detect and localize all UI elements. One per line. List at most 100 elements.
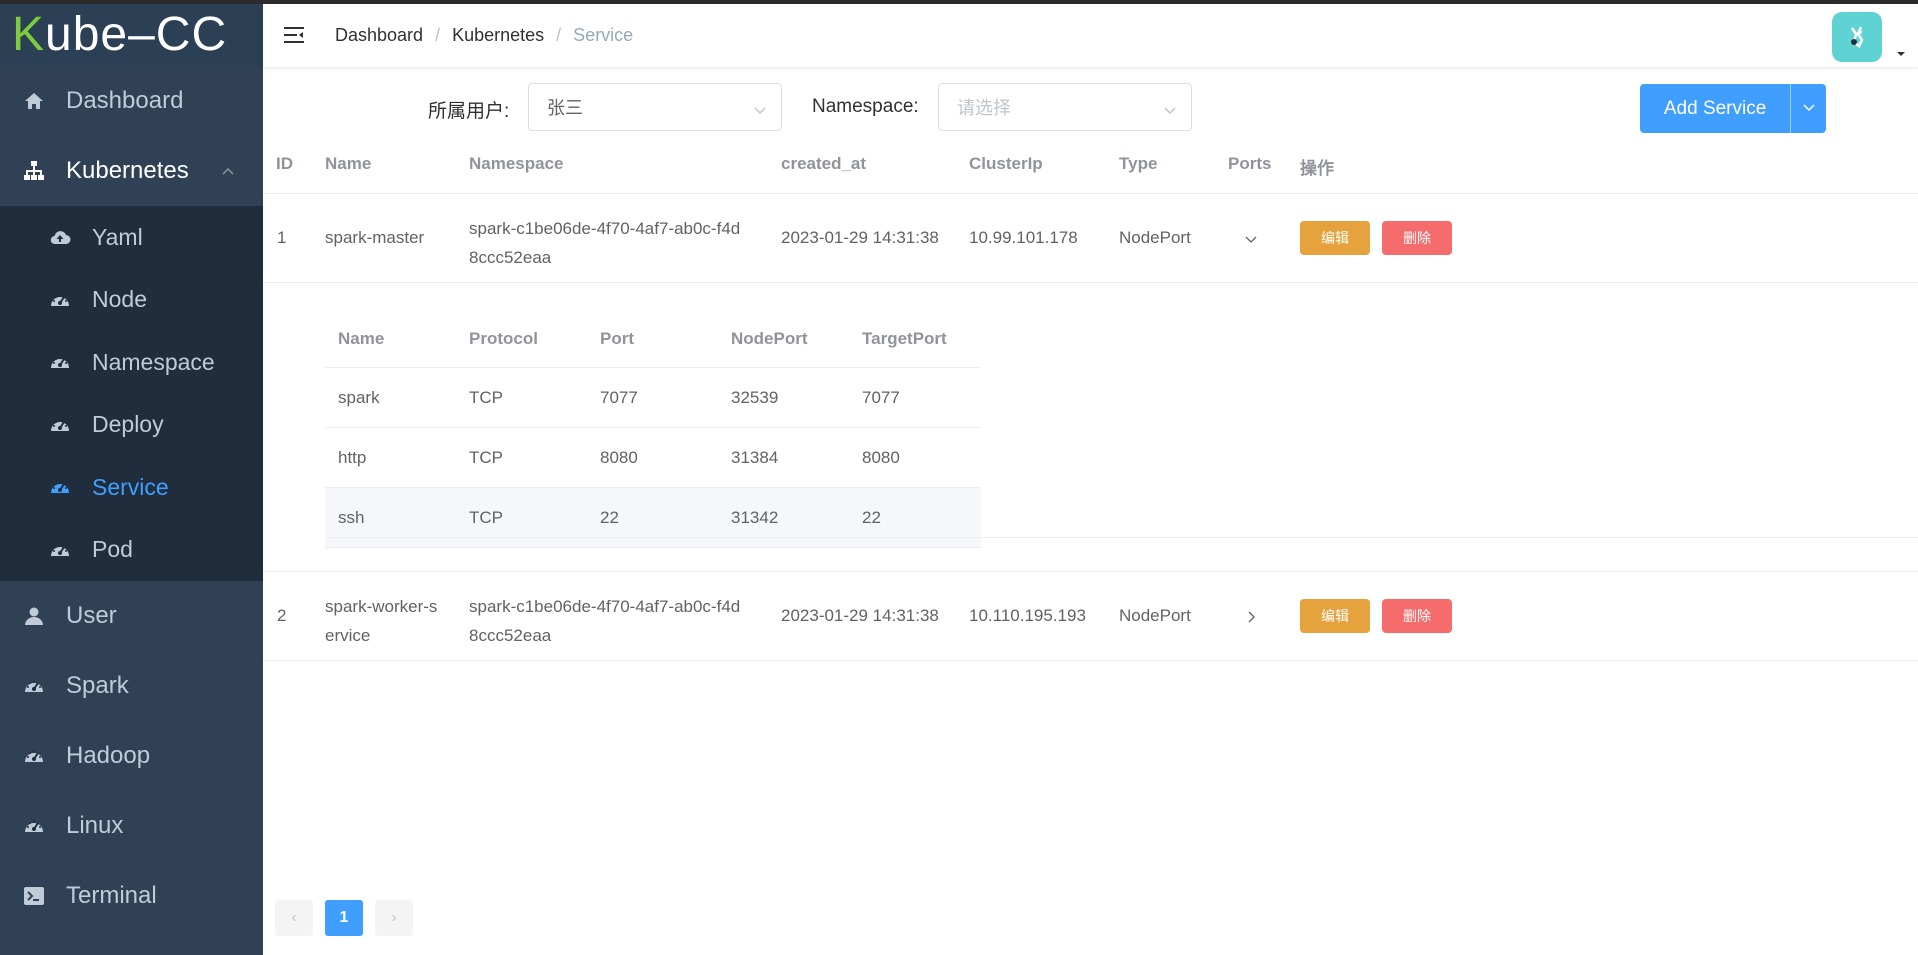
port-targetport: 7077 [862, 388, 900, 407]
column-header-type: Type [1119, 154, 1158, 173]
namespace-select-placeholder: 请选择 [957, 98, 1011, 118]
table-row: 2 spark-worker-s ervice spark-c1be06de-4f… [263, 572, 1918, 661]
caret-down-icon[interactable] [1896, 46, 1906, 56]
ports-table-row: spark TCP 7077 32539 7077 [325, 368, 981, 428]
ports-table: Name Protocol Port NodePort TargetPort s… [325, 309, 981, 548]
delete-button[interactable]: 删除 [1382, 221, 1452, 255]
row-type: NodePort [1119, 606, 1191, 625]
divider [325, 537, 1918, 538]
filter-bar: 所属用户: 张三 Namespace: 请选择 Add Service [263, 83, 1918, 135]
pagination: ‹ 1 › [275, 900, 413, 936]
port-port: 22 [600, 508, 619, 527]
avatar[interactable] [1832, 12, 1882, 62]
table-header: ID Name Namespace created_at ClusterIp T… [263, 135, 1918, 194]
table-row: 1 spark-master spark-c1be06de-4f70-4af7-… [263, 194, 1918, 283]
dashboard-gauge-icon [48, 475, 72, 499]
sidebar-item-service[interactable]: Service [0, 456, 263, 519]
breadcrumb-kubernetes[interactable]: Kubernetes [452, 25, 544, 46]
sidebar-item-deploy[interactable]: Deploy [0, 394, 263, 457]
delete-button[interactable]: 删除 [1382, 599, 1452, 633]
add-service-button[interactable]: Add Service [1640, 84, 1826, 133]
chevron-up-icon [221, 164, 235, 178]
port-name: http [338, 448, 367, 467]
ports-column-name: Name [338, 329, 385, 348]
port-name: ssh [338, 508, 365, 527]
chevron-down-icon [1802, 98, 1816, 120]
ports-table-header: Name Protocol Port NodePort TargetPort [325, 309, 981, 368]
expand-right-icon[interactable] [1243, 609, 1259, 625]
port-nodeport: 32539 [731, 388, 779, 407]
ports-column-targetport: TargetPort [862, 329, 947, 348]
sidebar-item-namespace[interactable]: Namespace [0, 331, 263, 394]
next-page-button[interactable]: › [375, 900, 413, 936]
namespace-select[interactable]: 请选择 [938, 83, 1192, 131]
row-namespace: spark-c1be06de-4f70-4af7-ab0c-f4d 8ccc52e… [469, 597, 741, 645]
sidebar-item-label: Node [92, 286, 147, 313]
chevron-down-icon [753, 101, 767, 115]
user-filter-label: 所属用户: [428, 101, 510, 122]
sidebar-item-dashboard[interactable]: Dashboard [0, 66, 263, 136]
row-id: 2 [277, 606, 287, 625]
column-header-clusterip: ClusterIp [969, 154, 1043, 173]
ports-table-row: ssh TCP 22 31342 22 [325, 488, 981, 548]
expand-down-icon[interactable] [1243, 231, 1259, 247]
breadcrumb-separator: / [556, 25, 562, 45]
port-nodeport: 31342 [731, 508, 779, 527]
edit-button[interactable]: 编辑 [1300, 221, 1370, 255]
breadcrumb-separator: / [435, 25, 441, 45]
ports-column-nodeport: NodePort [731, 329, 808, 348]
sidebar-item-spark[interactable]: Spark [0, 651, 263, 721]
dashboard-gauge-icon [48, 413, 72, 437]
navbar: Dashboard / Kubernetes / Service [263, 4, 1918, 68]
add-service-label[interactable]: Add Service [1640, 84, 1790, 133]
sidebar-item-label: Hadoop [66, 742, 151, 769]
dashboard-gauge-icon [22, 674, 46, 698]
sidebar-item-label: Pod [92, 536, 133, 563]
sidebar-item-node[interactable]: Node [0, 269, 263, 332]
row-created-at: 2023-01-29 14:31:38 [781, 228, 939, 247]
edit-button[interactable]: 编辑 [1300, 599, 1370, 633]
sidebar-item-label: Terminal [66, 882, 157, 909]
breadcrumb-dashboard[interactable]: Dashboard [335, 25, 423, 46]
column-header-ports: Ports [1228, 154, 1272, 173]
sidebar-item-kubernetes[interactable]: Kubernetes [0, 136, 263, 206]
dashboard-gauge-icon [48, 350, 72, 374]
service-table: ID Name Namespace created_at ClusterIp T… [263, 135, 1918, 661]
row-cluster-ip: 10.99.101.178 [969, 228, 1078, 247]
menu-toggle-icon[interactable] [283, 24, 305, 46]
sidebar-item-label: Dashboard [66, 87, 184, 114]
dashboard-gauge-icon [48, 538, 72, 562]
sidebar-item-terminal[interactable]: Terminal [0, 861, 263, 931]
namespace-filter-label: Namespace: [812, 96, 919, 117]
sidebar-item-label: Deploy [92, 411, 164, 438]
row-cluster-ip: 10.110.195.193 [969, 606, 1086, 625]
row-namespace: spark-c1be06de-4f70-4af7-ab0c-f4d 8ccc52e… [469, 219, 741, 267]
ports-table-row: http TCP 8080 31384 8080 [325, 428, 981, 488]
cloud-upload-icon [48, 225, 72, 249]
user-select[interactable]: 张三 [528, 83, 782, 131]
add-service-dropdown-toggle[interactable] [1790, 84, 1826, 133]
port-name: spark [338, 388, 380, 407]
sidebar-item-label: Yaml [92, 223, 143, 250]
sidebar-item-user[interactable]: User [0, 581, 263, 651]
prev-page-button[interactable]: ‹ [275, 900, 313, 936]
user-select-value: 张三 [547, 98, 583, 118]
sidebar-item-yaml[interactable]: Yaml [0, 206, 263, 269]
logo-text: Kube–CC [12, 8, 228, 61]
port-nodeport: 31384 [731, 448, 779, 467]
ports-column-port: Port [600, 329, 634, 348]
port-protocol: TCP [469, 508, 503, 527]
column-header-name: Name [325, 154, 372, 173]
page-number-button[interactable]: 1 [325, 900, 363, 936]
sidebar-item-label: Namespace [92, 348, 215, 375]
sidebar-item-linux[interactable]: Linux [0, 791, 263, 861]
dashboard-gauge-icon [22, 814, 46, 838]
chevron-down-icon [1163, 101, 1177, 115]
sidebar-item-label: Linux [66, 812, 124, 839]
ports-column-protocol: Protocol [469, 329, 538, 348]
sidebar-item-hadoop[interactable]: Hadoop [0, 721, 263, 791]
port-targetport: 8080 [862, 448, 900, 467]
logo[interactable]: Kube–CC [0, 4, 263, 66]
row-type: NodePort [1119, 228, 1191, 247]
sidebar-item-pod[interactable]: Pod [0, 519, 263, 582]
